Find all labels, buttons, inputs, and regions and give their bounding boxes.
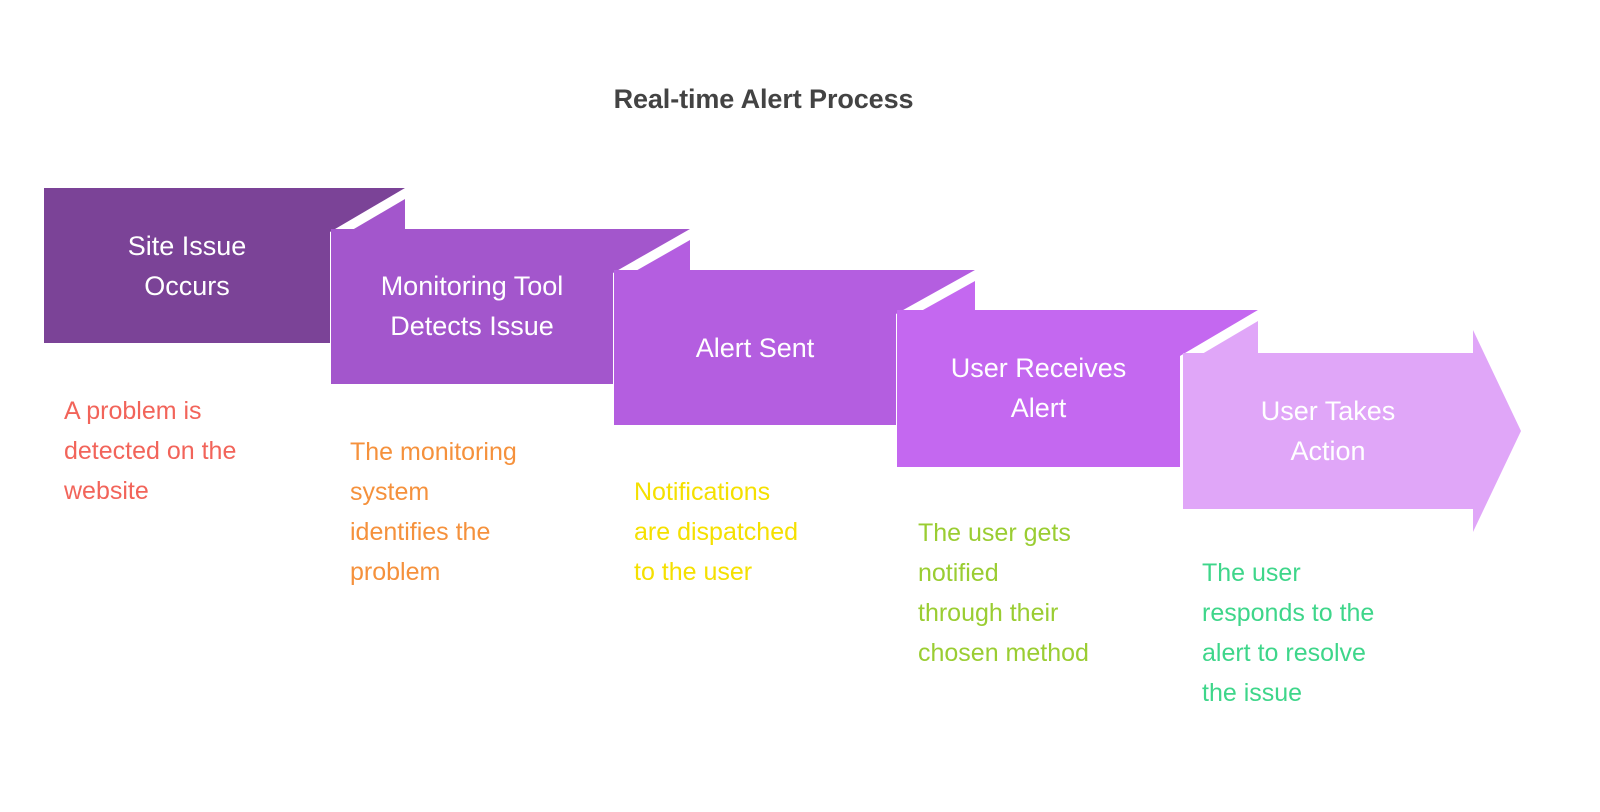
step-2-description: The monitoring system identifies the pro… [350,438,517,586]
step-1-description: A problem is detected on the website [64,397,237,505]
process-flow-diagram: Real-time Alert Process Site Issue Occur… [0,0,1600,812]
step-5-description: The user responds to the alert to resolv… [1202,559,1375,707]
step-5-block-arrow [1183,330,1521,532]
step-3-description: Notifications are dispatched to the user [634,478,799,586]
step-4-description: The user gets notified through their cho… [918,519,1089,667]
